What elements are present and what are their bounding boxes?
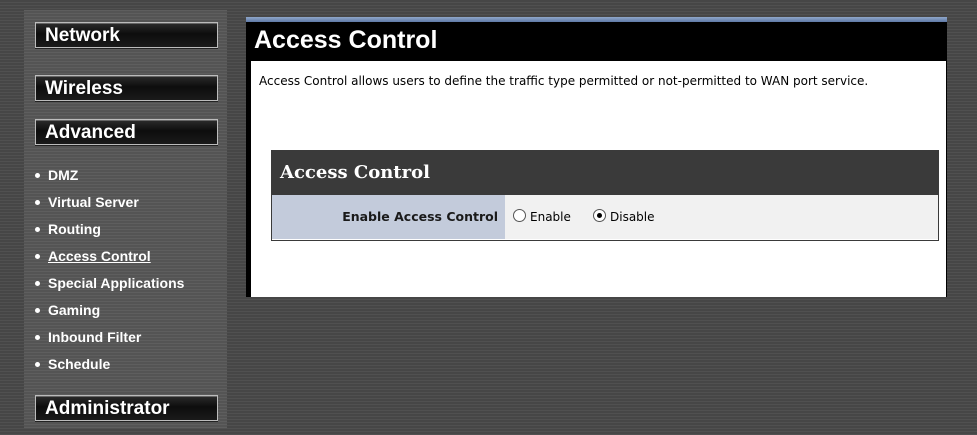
- advanced-submenu: DMZ Virtual Server Routing Access Contro…: [35, 162, 225, 378]
- page-title: Access Control: [254, 26, 438, 54]
- enable-access-control-options: Enable Disable: [505, 195, 938, 239]
- sidebar-item-routing[interactable]: Routing: [35, 216, 225, 243]
- bullet-icon: [35, 226, 40, 232]
- enable-radio-label: Enable: [530, 210, 571, 224]
- bullet-icon: [35, 172, 40, 178]
- access-control-section: Access Control Enable Access Control Ena…: [271, 150, 939, 241]
- sidebar-item-dmz[interactable]: DMZ: [35, 162, 225, 189]
- sidebar-item-virtual-server[interactable]: Virtual Server: [35, 189, 225, 216]
- enable-radio-option[interactable]: Enable: [513, 209, 571, 224]
- sidebar-item-gaming[interactable]: Gaming: [35, 297, 225, 324]
- bullet-icon: [35, 199, 40, 205]
- disable-radio-option[interactable]: Disable: [593, 209, 655, 224]
- sidebar-item-access-control[interactable]: Access Control: [35, 243, 225, 270]
- page-description: Access Control allows users to define th…: [259, 74, 869, 88]
- bullet-icon: [35, 280, 40, 286]
- disable-radio-label: Disable: [610, 210, 655, 224]
- accent-bar: [246, 17, 947, 22]
- content-area: Access Control allows users to define th…: [251, 61, 946, 297]
- bullet-icon: [35, 361, 40, 367]
- enable-access-control-label: Enable Access Control: [272, 195, 505, 239]
- nav-advanced-button[interactable]: Advanced: [35, 119, 218, 145]
- main-panel: Access Control Access Control allows use…: [246, 17, 947, 297]
- sidebar-item-schedule[interactable]: Schedule: [35, 351, 225, 378]
- enable-radio-button[interactable]: [513, 209, 526, 222]
- nav-administrator-button[interactable]: Administrator: [35, 395, 218, 421]
- bullet-icon: [35, 307, 40, 313]
- nav-network-button[interactable]: Network: [35, 22, 218, 48]
- nav-wireless-button[interactable]: Wireless: [35, 75, 218, 101]
- enable-access-control-row: Enable Access Control Enable Disable: [272, 195, 938, 239]
- bullet-icon: [35, 253, 40, 259]
- sidebar: Network Wireless Advanced DMZ Virtual Se…: [24, 10, 227, 428]
- sidebar-item-special-applications[interactable]: Special Applications: [35, 270, 225, 297]
- disable-radio-button[interactable]: [593, 209, 606, 222]
- sidebar-item-inbound-filter[interactable]: Inbound Filter: [35, 324, 225, 351]
- bullet-icon: [35, 334, 40, 340]
- section-title: Access Control: [272, 151, 938, 195]
